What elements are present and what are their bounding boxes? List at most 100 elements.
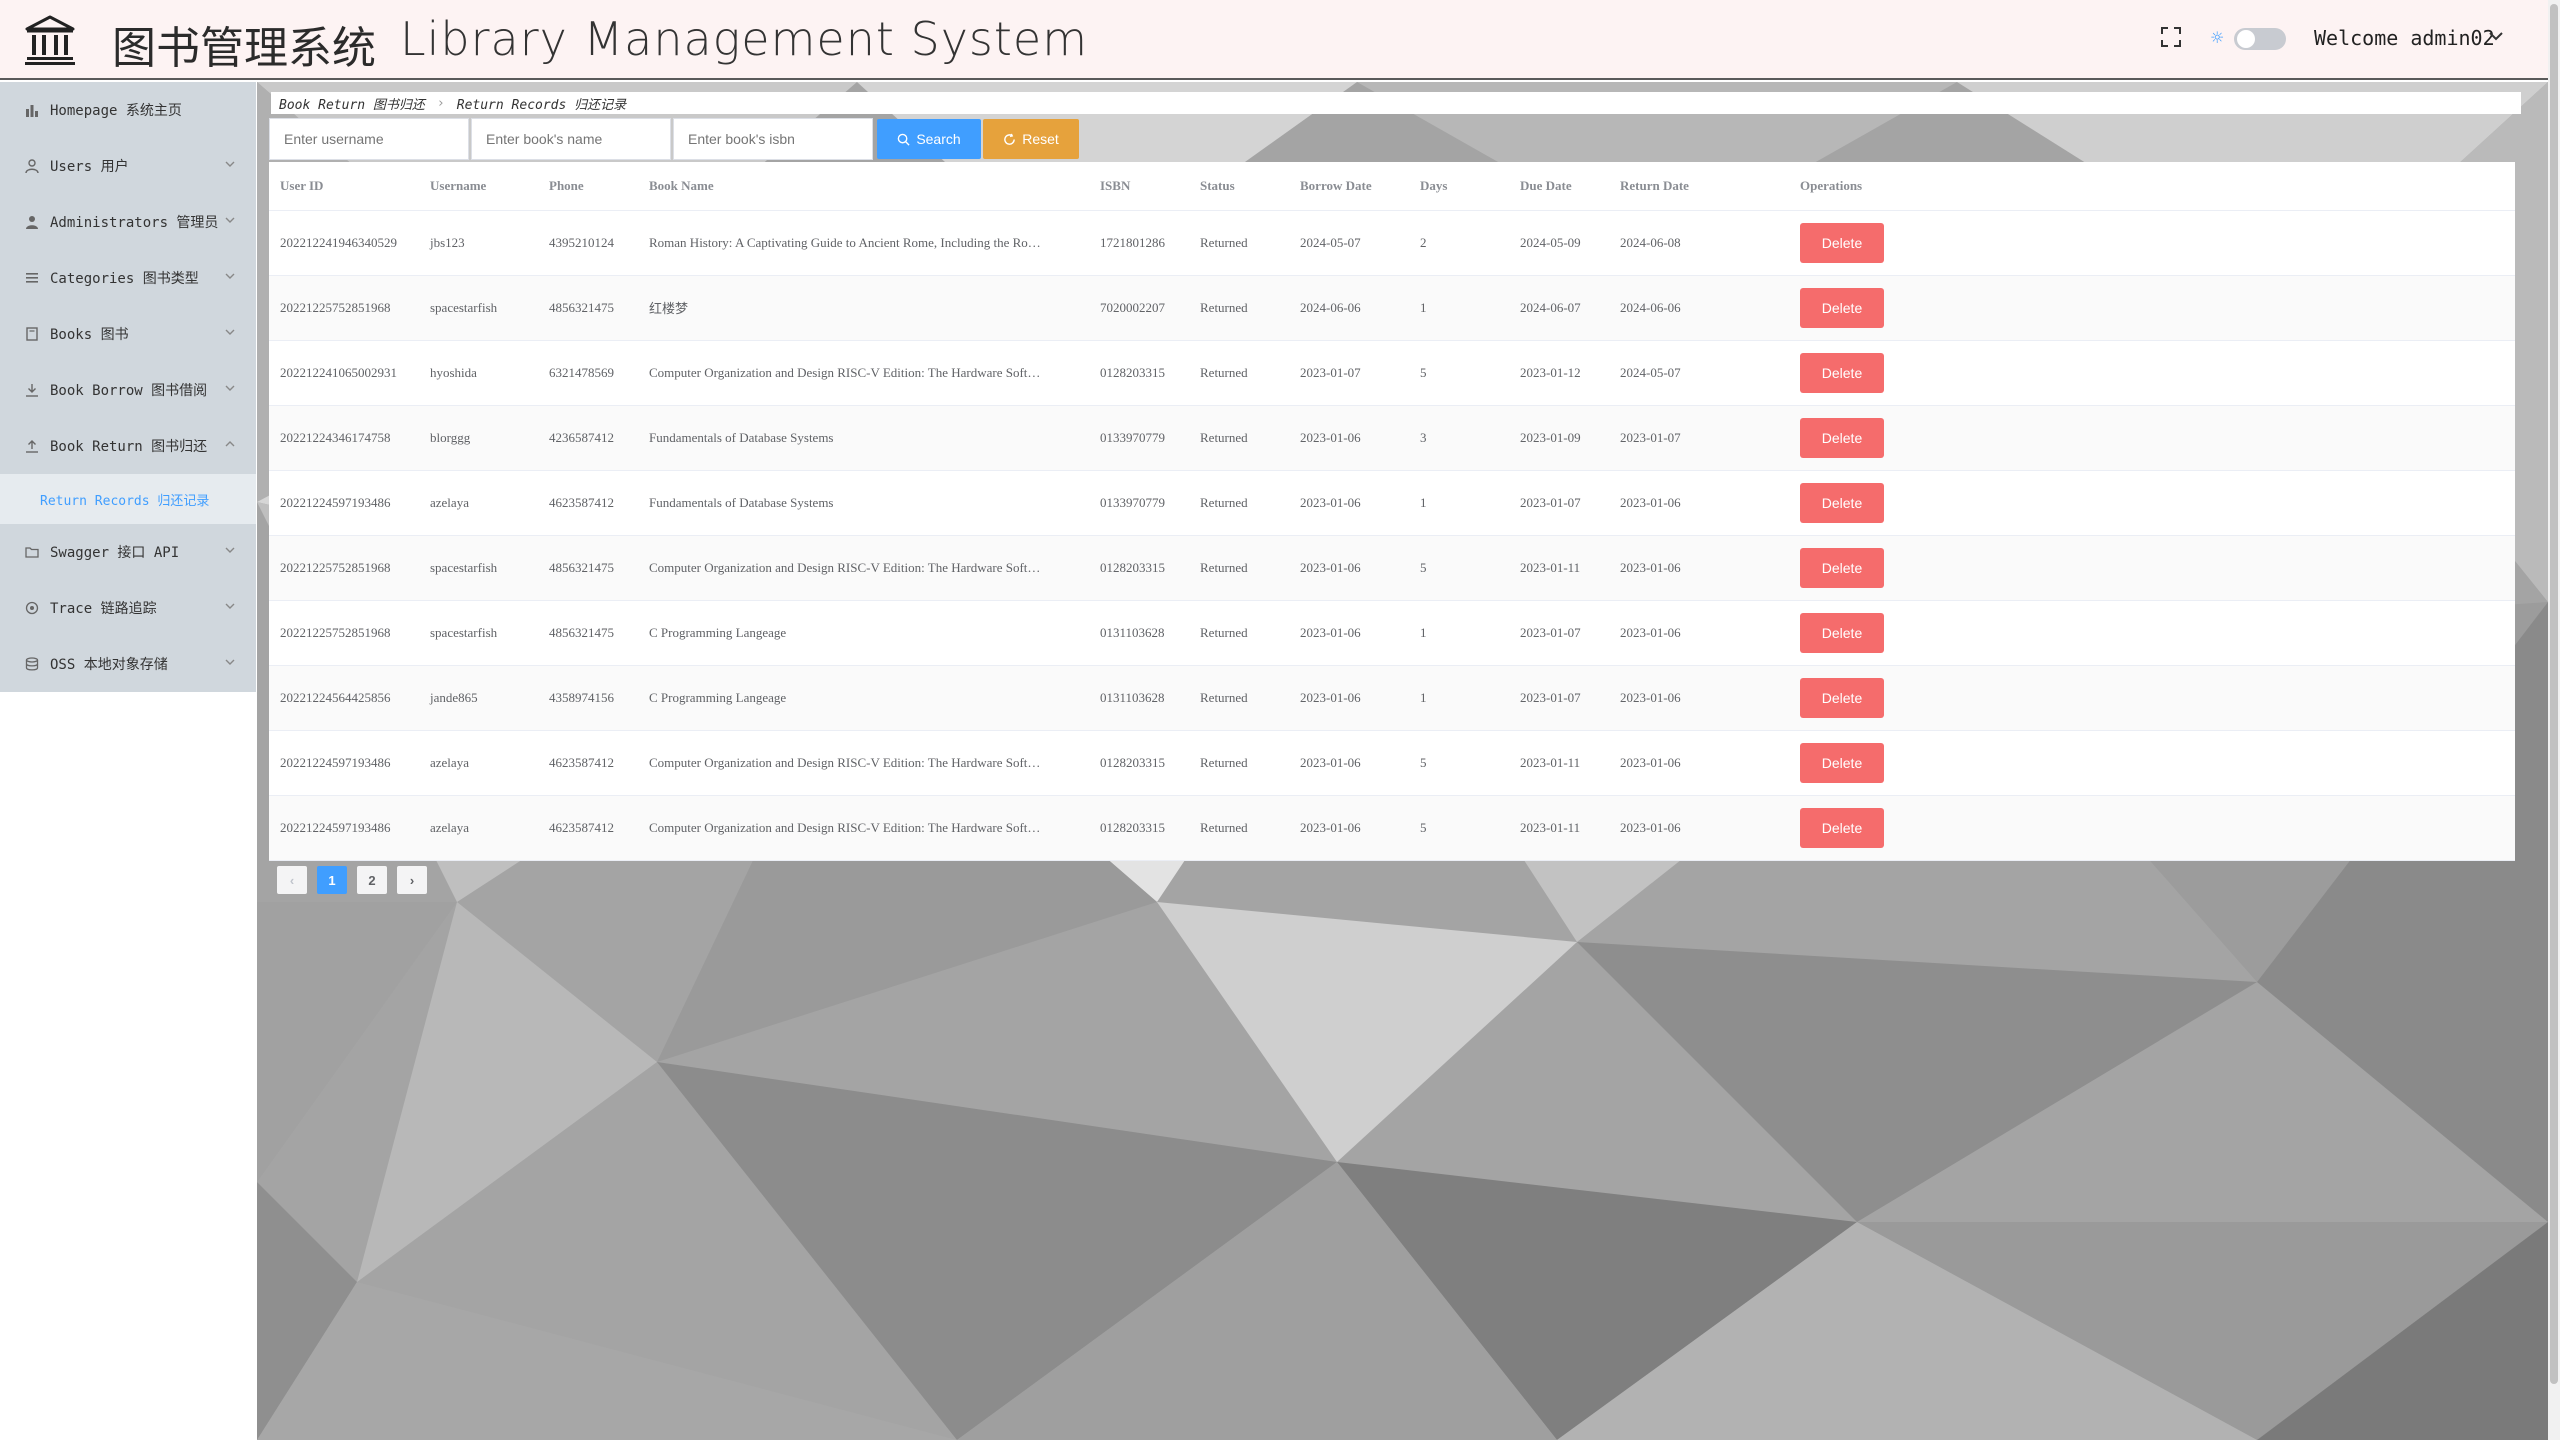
cell-operations: Delete <box>1789 535 2515 601</box>
sidebar-item-categories[interactable]: Categories 图书类型 <box>0 250 256 306</box>
return-records-table: User ID Username Phone Book Name ISBN St… <box>269 162 2515 861</box>
col-header-user-id: User ID <box>269 162 419 211</box>
cell-book-name: C Programming Langeage <box>638 600 1089 666</box>
cell-days: 1 <box>1409 275 1509 341</box>
book-name-text: C Programming Langeage <box>649 625 787 640</box>
page-button[interactable]: 1 <box>317 866 347 894</box>
col-header-book-name: Book Name <box>638 162 1089 211</box>
chevron-down-icon <box>225 329 235 335</box>
cell-return-date: 2024-06-08 <box>1609 210 1789 276</box>
download-icon <box>24 382 40 398</box>
page-button[interactable]: 2 <box>357 866 387 894</box>
book-name-text: Fundamentals of Database Systems <box>649 495 834 510</box>
cell-borrow-date: 2023-01-06 <box>1289 795 1409 861</box>
database-icon <box>24 656 40 672</box>
sidebar-item-users[interactable]: Users 用户 <box>0 138 256 194</box>
cell-isbn: 0133970779 <box>1089 470 1189 536</box>
cell-username: azelaya <box>419 470 538 536</box>
cell-status: Returned <box>1189 275 1289 341</box>
cell-days: 2 <box>1409 210 1509 276</box>
sidebar-item-trace[interactable]: Trace 链路追踪 <box>0 580 256 636</box>
welcome-user-menu[interactable]: Welcome admin02 <box>2314 26 2495 50</box>
scrollbar-thumb[interactable] <box>2550 4 2558 1384</box>
cell-book-name: Fundamentals of Database Systems <box>638 470 1089 536</box>
col-header-return-date: Return Date <box>1609 162 1789 211</box>
bookname-search-input[interactable] <box>471 118 671 160</box>
table-row: 202212241065002931 hyoshida 6321478569 Comp… <box>269 340 2515 406</box>
folder-icon <box>24 544 40 560</box>
cell-phone: 4358974156 <box>538 665 638 731</box>
cell-book-name: Roman History: A Captivating Guide to An… <box>638 210 1089 276</box>
cell-borrow-date: 2023-01-06 <box>1289 730 1409 796</box>
cell-user-id: 20221224597193486 <box>269 795 419 861</box>
cell-username: spacestarfish <box>419 275 538 341</box>
search-button[interactable]: Search <box>877 119 981 159</box>
cell-username: spacestarfish <box>419 600 538 666</box>
delete-button[interactable]: Delete <box>1800 677 1884 718</box>
toggle-knob <box>2237 30 2255 48</box>
cell-return-date: 2024-06-06 <box>1609 275 1789 341</box>
cell-book-name: Computer Organization and Design RISC-V … <box>638 340 1089 406</box>
chevron-down-icon[interactable] <box>2488 30 2504 42</box>
page-scrollbar[interactable] <box>2548 0 2560 1440</box>
cell-operations: Delete <box>1789 470 2515 536</box>
sidebar-item-books[interactable]: Books 图书 <box>0 306 256 362</box>
cell-phone: 4856321475 <box>538 275 638 341</box>
table-row: 20221225752851968 spacestarfish 4856321475… <box>269 600 2515 666</box>
delete-button[interactable]: Delete <box>1800 352 1884 393</box>
cell-operations: Delete <box>1789 795 2515 861</box>
cell-operations: Delete <box>1789 665 2515 731</box>
chevron-down-icon <box>225 273 235 279</box>
cell-operations: Delete <box>1789 730 2515 796</box>
fullscreen-icon[interactable] <box>2160 26 2182 48</box>
delete-button[interactable]: Delete <box>1800 417 1884 458</box>
sidebar-item-homepage[interactable]: Homepage 系统主页 <box>0 82 256 138</box>
breadcrumb-level1[interactable]: Book Return 图书归还 <box>279 94 425 113</box>
cell-phone: 4856321475 <box>538 600 638 666</box>
cell-status: Returned <box>1189 600 1289 666</box>
trace-icon <box>24 600 40 616</box>
cell-due-date: 2023-01-12 <box>1509 340 1609 406</box>
sidebar-subitem-return-records[interactable]: Return Records 归还记录 <box>0 474 256 524</box>
col-header-username: Username <box>419 162 538 211</box>
table-row: 20221224597193486 azelaya 4623587412 Comput… <box>269 795 2515 861</box>
sidebar-item-oss[interactable]: OSS 本地对象存储 <box>0 636 256 692</box>
delete-button[interactable]: Delete <box>1800 482 1884 523</box>
theme-toggle[interactable] <box>2234 28 2286 50</box>
delete-button[interactable]: Delete <box>1800 287 1884 328</box>
reset-button[interactable]: Reset <box>983 119 1079 159</box>
delete-button[interactable]: Delete <box>1800 612 1884 653</box>
col-header-due-date: Due Date <box>1509 162 1609 211</box>
table-header-row: User ID Username Phone Book Name ISBN St… <box>269 162 2515 211</box>
user-icon <box>24 158 40 174</box>
cell-phone: 4623587412 <box>538 730 638 796</box>
book-name-text: Roman History: A Captivating Guide to An… <box>649 235 1041 250</box>
cell-operations: Delete <box>1789 340 2515 406</box>
breadcrumb: Book Return 图书归还 › Return Records 归还记录 <box>271 92 2521 114</box>
book-name-text: Computer Organization and Design RISC-V … <box>649 755 1041 770</box>
sidebar-item-administrators[interactable]: Administrators 管理员 <box>0 194 256 250</box>
delete-button[interactable]: Delete <box>1800 742 1884 783</box>
delete-button[interactable]: Delete <box>1800 222 1884 263</box>
cell-status: Returned <box>1189 795 1289 861</box>
sidebar-item-swagger[interactable]: Swagger 接口 API <box>0 524 256 580</box>
delete-button[interactable]: Delete <box>1800 547 1884 588</box>
chevron-right-icon[interactable]: › <box>397 866 427 894</box>
cell-days: 5 <box>1409 795 1509 861</box>
cell-phone: 6321478569 <box>538 340 638 406</box>
username-search-input[interactable] <box>269 118 469 160</box>
sidebar-item-label: Trace 链路追踪 <box>50 601 157 617</box>
chevron-left-icon[interactable]: ‹ <box>277 866 307 894</box>
delete-button[interactable]: Delete <box>1800 807 1884 848</box>
isbn-search-input[interactable] <box>673 118 873 160</box>
cell-status: Returned <box>1189 405 1289 471</box>
library-building-icon[interactable] <box>24 14 76 66</box>
sidebar-item-book-borrow[interactable]: Book Borrow 图书借阅 <box>0 362 256 418</box>
book-name-text: Computer Organization and Design RISC-V … <box>649 365 1041 380</box>
cell-due-date: 2023-01-09 <box>1509 405 1609 471</box>
chevron-up-icon <box>225 441 235 447</box>
cell-user-id: 202212241946340529 <box>269 210 419 276</box>
sidebar-item-label: Swagger 接口 API <box>50 545 180 561</box>
sidebar-item-book-return[interactable]: Book Return 图书归还 <box>0 418 256 474</box>
reset-button-label: Reset <box>1022 131 1059 147</box>
